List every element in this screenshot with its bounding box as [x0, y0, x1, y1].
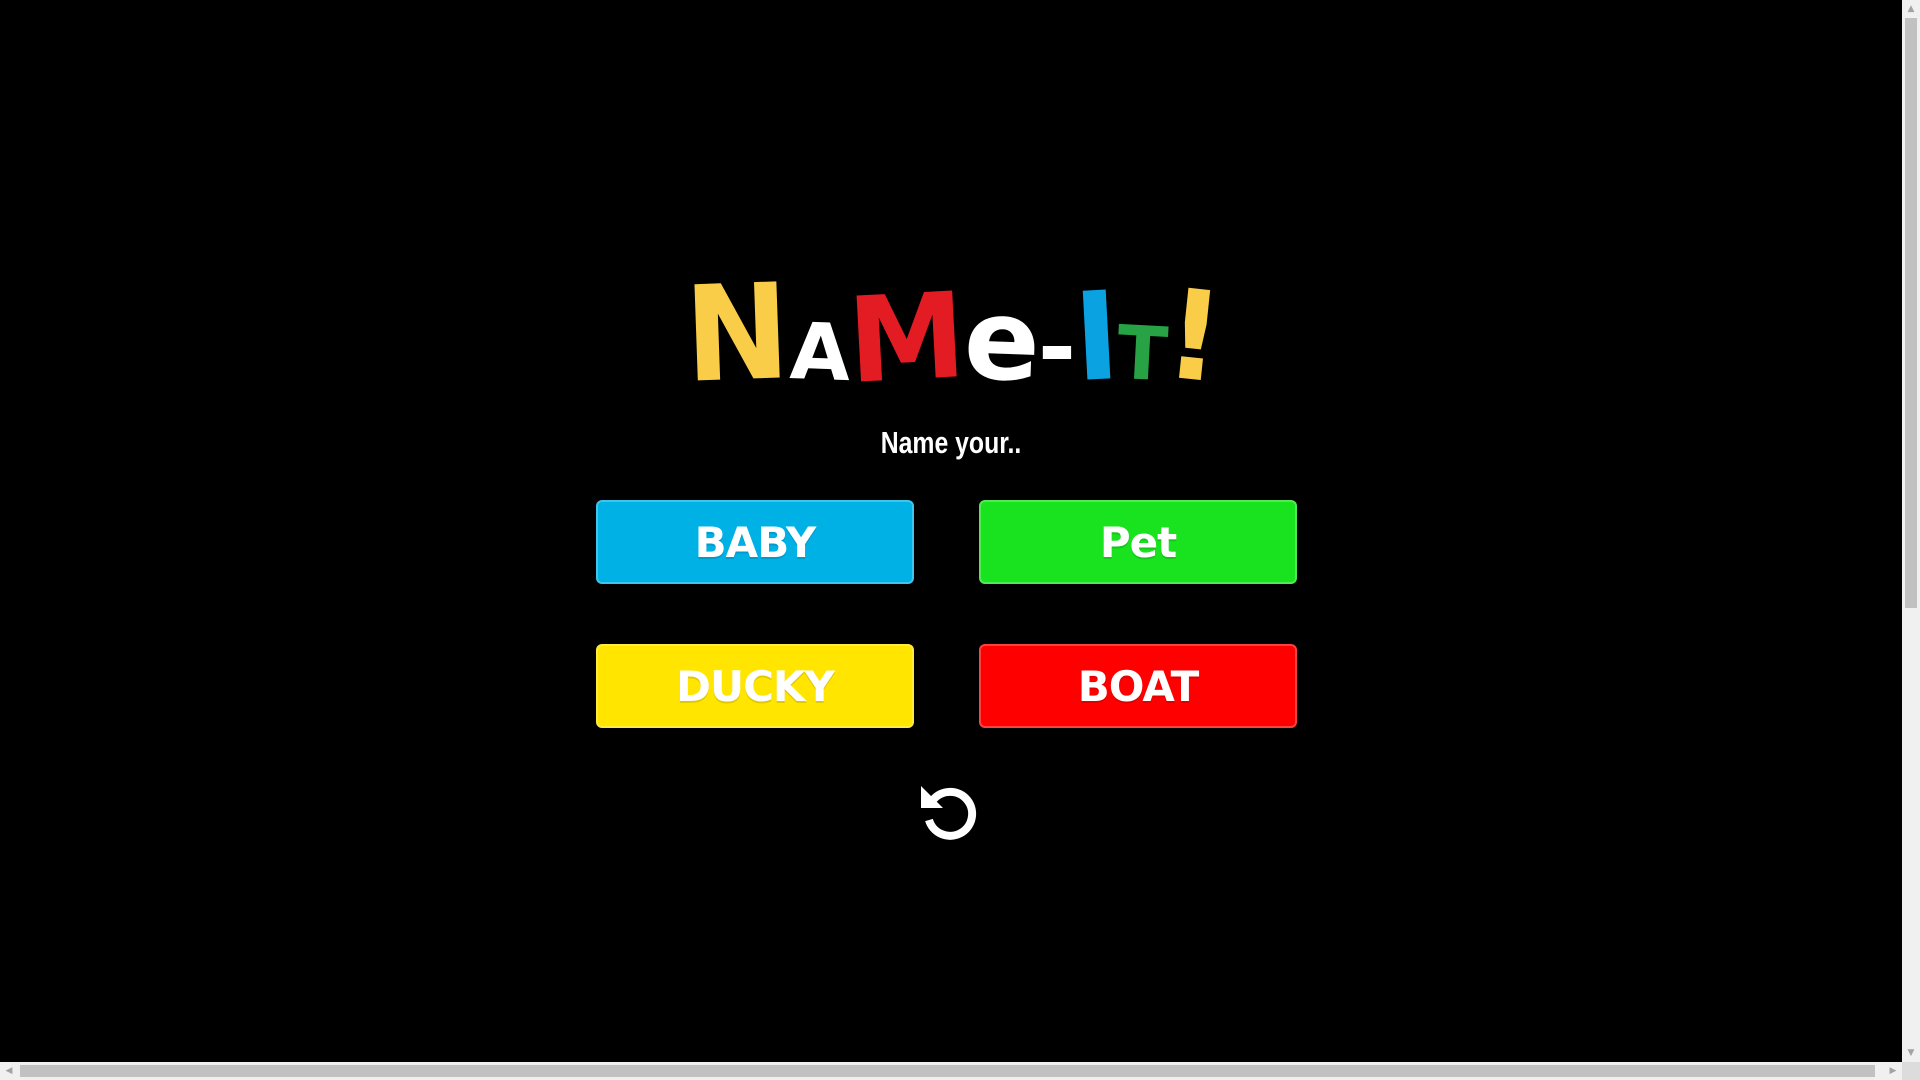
horizontal-scroll-thumb[interactable] — [20, 1065, 1875, 1077]
title-letter-m: M — [844, 266, 968, 410]
title-letter-a: A — [788, 307, 850, 399]
boat-button-label: BOAT — [1077, 661, 1199, 711]
baby-button-label: BABY — [694, 517, 817, 567]
title-exclamation: ! — [1158, 262, 1228, 412]
subtitle: Name your.. — [880, 425, 1022, 460]
title-dash: - — [1037, 294, 1076, 401]
ducky-button[interactable]: DUCKY — [596, 644, 914, 728]
title-letter-n: N — [681, 255, 790, 413]
scroll-left-arrow-icon[interactable]: ◀ — [0, 1062, 18, 1080]
title-letter-e: e — [961, 274, 1041, 408]
vertical-scrollbar[interactable]: ▲ ▼ — [1902, 0, 1920, 1062]
ducky-button-label: DUCKY — [676, 661, 835, 711]
baby-button[interactable]: BABY — [596, 500, 914, 584]
scrollbar-corner — [1902, 1062, 1920, 1080]
pet-button[interactable]: Pet — [979, 500, 1297, 584]
title-letter-i: I — [1070, 264, 1122, 410]
scroll-down-arrow-icon[interactable]: ▼ — [1902, 1044, 1920, 1062]
scroll-up-arrow-icon[interactable]: ▲ — [1902, 0, 1920, 18]
vertical-scroll-thumb[interactable] — [1905, 18, 1917, 608]
game-screen: NAMe-IT! Name your.. BABY Pet DUCKY BOAT — [0, 0, 1902, 1062]
scroll-right-arrow-icon[interactable]: ▶ — [1884, 1062, 1902, 1080]
title-letter-t: T — [1115, 309, 1169, 399]
pet-button-label: Pet — [1099, 517, 1177, 567]
refresh-icon[interactable] — [915, 778, 983, 846]
game-title: NAMe-IT! — [0, 255, 1902, 413]
boat-button[interactable]: BOAT — [979, 644, 1297, 728]
horizontal-scrollbar[interactable]: ◀ ▶ — [0, 1062, 1902, 1080]
